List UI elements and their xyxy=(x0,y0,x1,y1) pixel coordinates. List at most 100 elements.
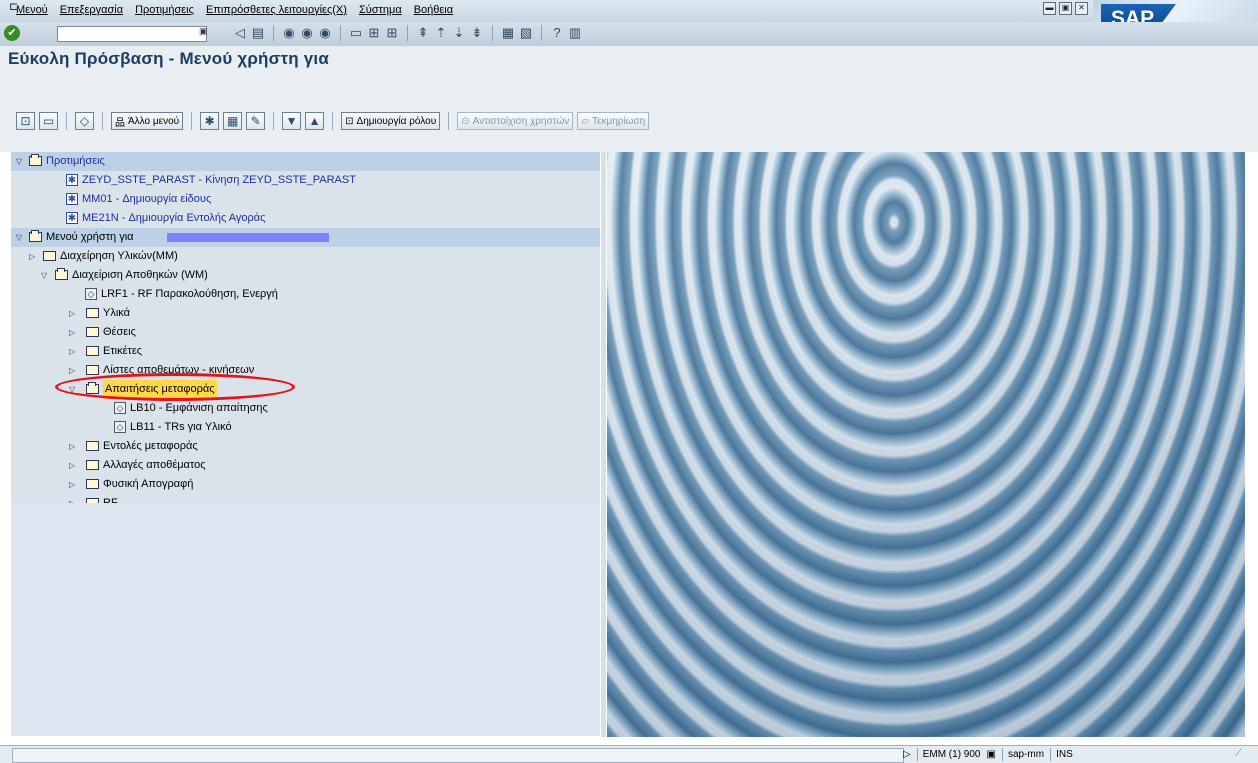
shortcut-icon[interactable]: ▧ xyxy=(518,25,534,41)
menu-item-help[interactable]: Βοήθεια xyxy=(414,4,453,16)
collapsed-arrow-icon[interactable]: ▷ xyxy=(69,437,75,456)
transaction-cube-icon: ◇ xyxy=(114,421,126,433)
back-icon[interactable]: ◉ xyxy=(281,25,297,41)
open-folder-icon xyxy=(29,154,42,166)
help-icon[interactable]: ? xyxy=(549,25,565,41)
menu-item-menu[interactable]: Μενού xyxy=(16,4,48,16)
new-session-icon[interactable]: ▦ xyxy=(500,25,516,41)
expanded-arrow-icon[interactable]: ▽ xyxy=(16,152,22,171)
move-down-icon[interactable]: ▼ xyxy=(282,112,302,130)
next-page-icon[interactable]: ⇣ xyxy=(451,25,467,41)
other-menu-label: Άλλο μενού xyxy=(128,115,180,127)
tree-row-lb11[interactable]: ◇ LB11 - TRs για Υλικό xyxy=(11,418,600,437)
command-field[interactable] xyxy=(57,26,207,42)
toolbar-separator xyxy=(273,112,275,130)
assign-users-icon: ⊙ xyxy=(461,115,470,127)
enter-icon[interactable]: ✔ xyxy=(4,25,20,41)
tree-row-lb10[interactable]: ◇ LB10 - Εμφάνιση απαίτησης xyxy=(11,399,600,418)
change-icon[interactable]: ✎ xyxy=(246,112,266,130)
menu-item-edit[interactable]: Επεξεργασία xyxy=(60,4,123,16)
close-icon[interactable]: ✕ xyxy=(1075,2,1088,15)
favorite-star-icon: ✱ xyxy=(66,212,78,224)
previous-page-icon[interactable]: ⇡ xyxy=(433,25,449,41)
transaction-cube-icon: ◇ xyxy=(85,288,97,300)
tree-label: LB10 - Εμφάνιση απαίτησης xyxy=(130,402,268,414)
menu-item-system[interactable]: Σύστημα xyxy=(359,4,402,16)
history-back-icon[interactable]: ◁ xyxy=(232,25,248,41)
collapsed-arrow-icon[interactable]: ▷ xyxy=(69,304,75,323)
tree-row-labels[interactable]: ▷ Ετικέτες xyxy=(11,342,600,361)
expanded-arrow-icon[interactable]: ▽ xyxy=(41,266,47,285)
tree-label: Εντολές μεταφοράς xyxy=(103,440,198,452)
tree-label: ME21N - Δημιουργία Εντολής Αγοράς xyxy=(82,212,266,224)
panel-splitter[interactable] xyxy=(601,152,606,737)
other-menu-button[interactable]: 品 Άλλο μενού xyxy=(111,112,184,130)
expanded-arrow-icon[interactable]: ▽ xyxy=(16,228,22,247)
easy-access-background-image xyxy=(607,152,1245,737)
menu-item-extras[interactable]: Επιπρόσθετες λειτουργίες(X) xyxy=(206,4,347,16)
assign-users-button[interactable]: ⊙ Αντιστοίχιση χρηστών xyxy=(457,112,574,130)
menu-tree: ▽ Προτιμήσεις ✱ ZEYD_SSTE_PARAST - Κίνησ… xyxy=(11,152,600,513)
tree-row-inventory[interactable]: ▷ Φυσική Απογραφή xyxy=(11,475,600,494)
first-page-icon[interactable]: ⇞ xyxy=(415,25,431,41)
transaction-cube-icon: ◇ xyxy=(114,402,126,414)
print-icon[interactable]: ▭ xyxy=(348,25,364,41)
tree-row-user-menu[interactable]: ▽ Μενού χρήστη για xyxy=(11,228,600,247)
status-toggle-icon[interactable]: ▣ xyxy=(987,749,996,760)
tree-label: Θέσεις xyxy=(103,326,136,338)
save-icon[interactable]: ▤ xyxy=(250,25,266,41)
sap-menu-icon[interactable]: ◇ xyxy=(75,112,94,130)
hierarchy-icon: 品 xyxy=(115,117,125,129)
tree-row-mm[interactable]: ▷ Διαχείρηση Υλικών(MM) xyxy=(11,247,600,266)
favorite-star-icon: ✱ xyxy=(66,174,78,186)
folder-icon xyxy=(86,365,99,375)
tree-row-fav1[interactable]: ✱ ZEYD_SSTE_PARAST - Κίνηση ZEYD_SSTE_PA… xyxy=(11,171,600,190)
last-page-icon[interactable]: ⇟ xyxy=(469,25,485,41)
collapsed-arrow-icon[interactable]: ▷ xyxy=(69,456,75,475)
tree-row-materials[interactable]: ▷ Υλικά xyxy=(11,304,600,323)
collapsed-arrow-icon[interactable]: ▷ xyxy=(69,361,75,380)
folder-icon xyxy=(86,327,99,337)
edit-favorite-icon[interactable]: ▭ xyxy=(39,112,58,130)
page-title: Εύκολη Πρόσβαση - Μενού χρήστη για xyxy=(8,49,329,68)
find-next-icon[interactable]: ⊞ xyxy=(384,25,400,41)
move-up-icon[interactable]: ▲ xyxy=(305,112,325,130)
menu-bar: ⊏ Μενού Επεξεργασία Προτιμήσεις Επιπρόσθ… xyxy=(0,0,1258,22)
toolbar-separator xyxy=(102,112,103,130)
tree-label: ZEYD_SSTE_PARAST - Κίνηση ZEYD_SSTE_PARA… xyxy=(82,174,356,186)
cancel-icon[interactable]: ◉ xyxy=(317,25,333,41)
create-transaction-icon[interactable]: ✱ xyxy=(200,112,220,130)
tree-row-wm[interactable]: ▽ Διαχείριση Αποθηκών (WM) xyxy=(11,266,600,285)
menu-item-favorites[interactable]: Προτιμήσεις xyxy=(135,4,194,16)
exit-icon[interactable]: ◉ xyxy=(299,25,315,41)
tree-row-stock-changes[interactable]: ▷ Αλλαγές αποθέματος xyxy=(11,456,600,475)
folder-icon xyxy=(86,441,99,451)
tree-row-favorites[interactable]: ▽ Προτιμήσεις xyxy=(11,152,600,171)
add-favorite-icon[interactable]: ⊡ xyxy=(16,112,35,130)
create-link-icon[interactable]: ▦ xyxy=(223,112,243,130)
documentation-button[interactable]: ▱ Τεκμηρίωση xyxy=(577,112,650,130)
collapsed-arrow-icon[interactable]: ▷ xyxy=(69,342,75,361)
favorite-star-icon: ✱ xyxy=(66,193,78,205)
redacted-username-bar xyxy=(167,233,329,242)
resize-grip-icon[interactable]: ⟋ xyxy=(1235,748,1249,761)
status-expand-icon[interactable]: ▷ xyxy=(903,749,911,760)
collapsed-arrow-icon[interactable]: ▷ xyxy=(69,323,75,342)
minimize-icon[interactable]: ▬ xyxy=(1043,2,1056,15)
find-icon[interactable]: ⊞ xyxy=(366,25,382,41)
assign-users-label: Αντιστοίχιση χρηστών xyxy=(472,115,570,127)
collapsed-arrow-icon[interactable]: ▷ xyxy=(29,247,35,266)
command-dropdown-icon[interactable]: ▣ xyxy=(199,26,211,42)
window-controls: ▬ ▣ ✕ xyxy=(1043,2,1088,15)
tree-row-fav2[interactable]: ✱ MM01 - Δημιουργία είδους xyxy=(11,190,600,209)
maximize-icon[interactable]: ▣ xyxy=(1059,2,1072,15)
tree-row-transfer-orders[interactable]: ▷ Εντολές μεταφοράς xyxy=(11,437,600,456)
tree-row-lrf1[interactable]: ◇ LRF1 - RF Παρακολούθηση, Ενεργή xyxy=(11,285,600,304)
folder-icon xyxy=(86,460,99,470)
toolbar-separator xyxy=(332,112,334,130)
layout-menu-icon[interactable]: ▥ xyxy=(567,25,583,41)
tree-row-bins[interactable]: ▷ Θέσεις xyxy=(11,323,600,342)
tree-row-fav3[interactable]: ✱ ME21N - Δημιουργία Εντολής Αγοράς xyxy=(11,209,600,228)
collapsed-arrow-icon[interactable]: ▷ xyxy=(69,475,75,494)
create-role-button[interactable]: ⊡ Δημιουργία ρόλου xyxy=(341,112,441,130)
